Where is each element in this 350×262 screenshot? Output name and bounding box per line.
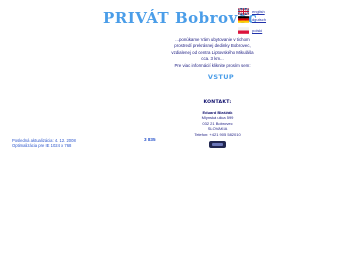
lang-deutsch-label[interactable]: deutsch (252, 17, 266, 22)
contact-phone: Telefon: +421 905 582010 (194, 131, 241, 137)
intro-text: ...ponúkame Vám ubytovanie v tichom pros… (155, 37, 270, 62)
enter-link[interactable]: VSTUP (196, 73, 246, 81)
intro-line: cca. 3 km... (201, 55, 224, 61)
visit-counter: 3 835 (144, 137, 156, 142)
footer: Posledná aktualizácia: 4. 12. 2008 Optim… (12, 138, 76, 148)
gb-flag-icon (238, 8, 249, 15)
lang-english[interactable]: english (238, 8, 265, 15)
intro-line: vzdialenej od centra Liptovského Mikuláš… (171, 49, 254, 55)
optimization-text: Optimalizácia pre IE 1024 x 768 (12, 143, 72, 149)
lang-polski-label[interactable]: polski (252, 28, 262, 33)
lang-english-label[interactable]: english (252, 9, 265, 14)
lang-polski[interactable]: polski (238, 27, 262, 34)
pl-flag-icon (238, 27, 249, 34)
email-button[interactable] (209, 141, 226, 148)
de-flag-icon (238, 16, 249, 23)
lang-deutsch[interactable]: deutsch (238, 16, 266, 23)
contact-block: KONTAKT: Eduard Blaščák Mlynská ulica 59… (170, 100, 265, 138)
site-title: PRIVÁT Bobrovec (103, 9, 258, 27)
more-info-text: Pre viac informácií kliknite prosím sem: (174, 63, 251, 68)
